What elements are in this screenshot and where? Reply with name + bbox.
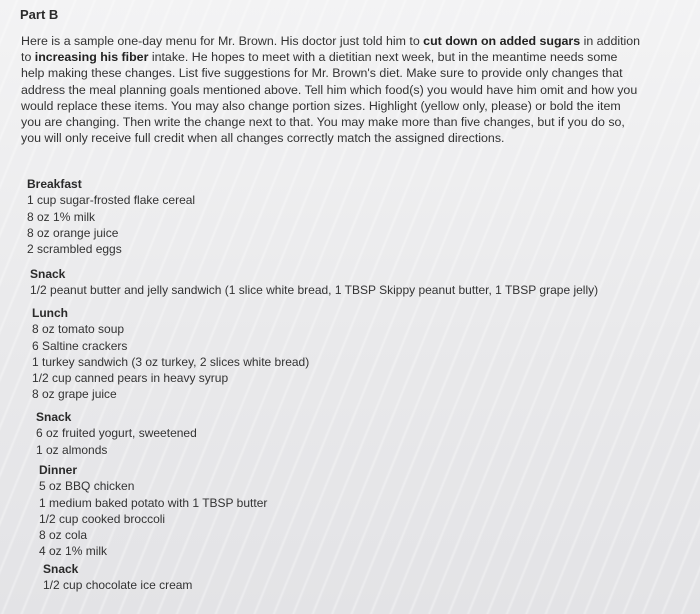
menu-section-snack-afternoon: Snack 6 oz fruited yogurt, sweetened 1 o…	[36, 409, 197, 458]
menu-section-breakfast: Breakfast 1 cup sugar-frosted flake cere…	[27, 176, 195, 257]
menu-item: 1/2 peanut butter and jelly sandwich (1 …	[30, 283, 599, 298]
instructions-text-3: intake. He hopes to meet with a dietitia…	[21, 50, 638, 146]
menu-item: 5 oz BBQ chicken	[39, 479, 135, 494]
menu-item: 6 oz fruited yogurt, sweetened	[36, 426, 197, 441]
section-heading: Breakfast	[27, 177, 82, 191]
instructions-bold-added-sugars: cut down on added sugars	[423, 34, 581, 48]
menu-item: 1 turkey sandwich (3 oz turkey, 2 slices…	[32, 354, 310, 369]
menu-item: 1 cup sugar-frosted flake cereal	[27, 193, 196, 208]
instructions-bold-fiber: increasing his fiber	[34, 50, 149, 65]
menu-item: 1 oz almonds	[36, 442, 108, 457]
menu-item: 1/2 cup canned pears in heavy syrup	[32, 371, 229, 386]
menu-section-snack-morning: Snack 1/2 peanut butter and jelly sandwi…	[30, 266, 598, 299]
menu-item: 8 oz orange juice	[27, 225, 119, 240]
menu-section-dinner: Dinner 5 oz BBQ chicken 1 medium baked p…	[39, 462, 267, 560]
section-heading: Snack	[43, 562, 79, 576]
menu-item: 4 oz 1% milk	[39, 544, 108, 559]
section-heading: Snack	[30, 267, 66, 281]
part-title: Part B	[20, 7, 59, 22]
menu-item: 2 scrambled eggs	[27, 242, 122, 257]
section-heading: Lunch	[32, 306, 68, 320]
menu-item: 6 Saltine crackers	[32, 338, 128, 353]
document-page: Part B Here is a sample one-day menu for…	[0, 0, 700, 614]
menu-item: 8 oz 1% milk	[27, 209, 96, 224]
menu-item: 8 oz cola	[39, 528, 88, 543]
menu-section-snack-evening: Snack 1/2 cup chocolate ice cream	[43, 561, 192, 594]
section-heading: Snack	[36, 410, 72, 424]
menu-item: 1/2 cup cooked broccoli	[39, 511, 166, 526]
menu-item: 1 medium baked potato with 1 TBSP butter	[39, 495, 268, 510]
instructions-paragraph: Here is a sample one-day menu for Mr. Br…	[21, 33, 641, 146]
menu-item: 8 oz grape juice	[32, 387, 117, 402]
section-heading: Dinner	[39, 463, 78, 477]
instructions-text-1: Here is a sample one-day menu for Mr. Br…	[21, 34, 424, 48]
menu-item: 8 oz tomato soup	[32, 322, 125, 337]
menu-section-lunch: Lunch 8 oz tomato soup 6 Saltine cracker…	[32, 305, 309, 403]
menu-item: 1/2 cup chocolate ice cream	[43, 578, 193, 593]
